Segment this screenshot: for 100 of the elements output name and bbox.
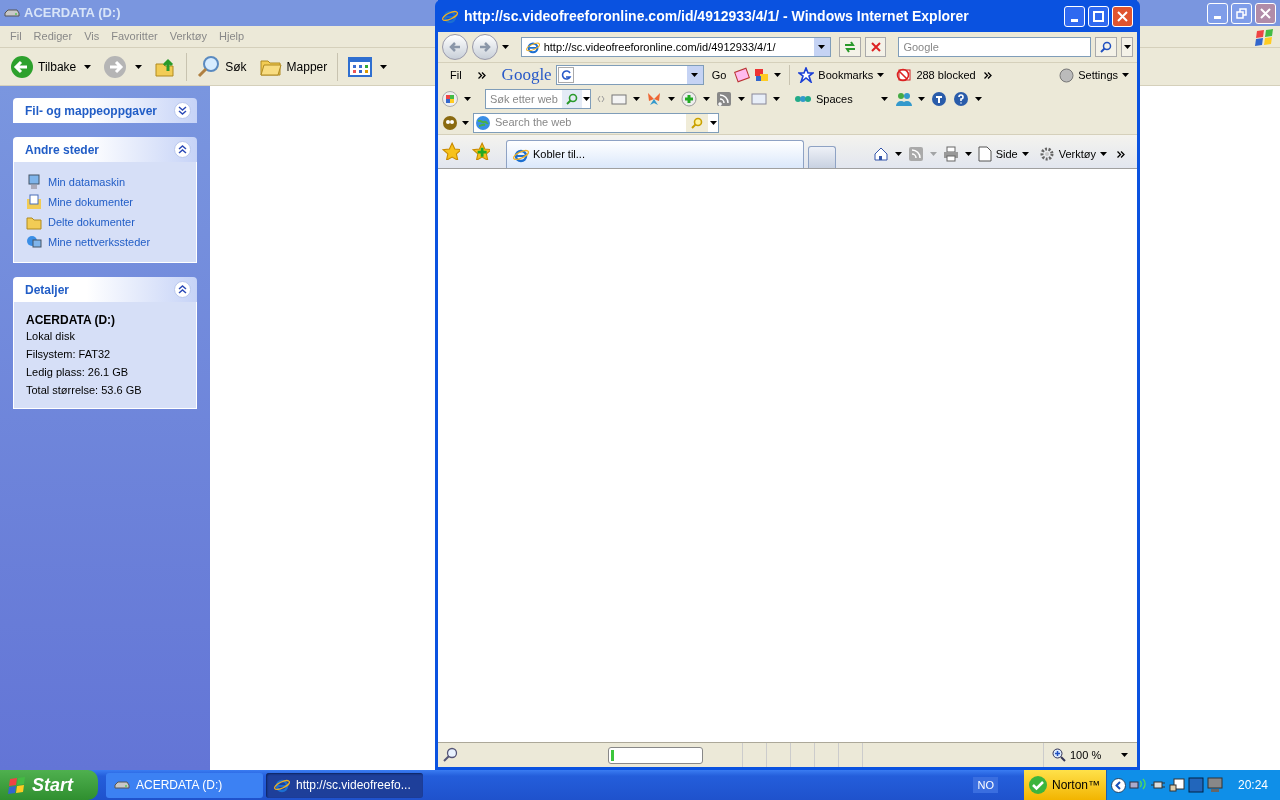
dropdown-caret-icon[interactable]	[738, 97, 745, 101]
dropdown-caret-icon[interactable]	[1122, 73, 1129, 77]
dropdown-caret-icon[interactable]	[709, 120, 717, 125]
dropdown-caret-icon[interactable]	[1100, 152, 1107, 156]
dropdown-caret-icon[interactable]	[668, 97, 675, 101]
tools-menu-button[interactable]: Verktøy	[1038, 145, 1107, 163]
expand-chevron-icon[interactable]	[174, 102, 191, 119]
text-input[interactable]: Search the web	[491, 114, 686, 131]
cartoon-face-icon[interactable]	[442, 114, 458, 131]
forward-arrow-icon	[477, 40, 492, 54]
dropdown-caret-icon[interactable]	[84, 64, 92, 69]
web-search-field[interactable]: Søk etter web	[485, 89, 591, 109]
dropdown-caret-icon[interactable]	[1121, 753, 1129, 757]
place-link[interactable]: Mine dokumenter	[26, 192, 184, 212]
dropdown-caret-icon[interactable]	[703, 97, 710, 101]
gear-icon	[1038, 146, 1055, 162]
taskbar-button[interactable]: ACERDATA (D:)	[106, 772, 263, 798]
bookmarks-button[interactable]: Bookmarks	[798, 66, 885, 84]
folders-button[interactable]: Mapper	[252, 50, 334, 83]
google-g-icon[interactable]	[557, 67, 574, 83]
panel-header[interactable]: Fil- og mappeoppgaver	[13, 98, 197, 123]
search-icon	[1100, 41, 1113, 53]
place-link[interactable]: Min datamaskin	[26, 172, 184, 192]
spaces-button[interactable]: Spaces	[794, 90, 853, 108]
close-button[interactable]	[1255, 2, 1276, 24]
dropdown-caret-icon[interactable]	[917, 97, 925, 101]
go-button[interactable]: Go	[707, 66, 731, 84]
add-icon[interactable]	[681, 91, 697, 107]
dropdown-caret-icon[interactable]	[1021, 152, 1029, 156]
google-search-field[interactable]	[555, 65, 704, 85]
restore-button[interactable]	[1231, 2, 1252, 24]
menu-item[interactable]: Fil	[442, 66, 470, 84]
chevron-icon[interactable]	[1117, 150, 1125, 158]
check-icon	[1027, 775, 1048, 795]
dropdown-caret-icon[interactable]	[464, 97, 471, 101]
dropdown-caret-icon[interactable]	[582, 97, 590, 101]
add-favorite-icon[interactable]	[472, 142, 490, 160]
documents-folder-icon	[26, 194, 42, 210]
browser-tab[interactable]: Kobler til...	[506, 140, 804, 168]
window-title: http://sc.videofreeforonline.com/id/4912933/4/1/ - Windows Internet Explorer	[464, 6, 969, 26]
text-input[interactable]: Søk etter web	[486, 90, 562, 108]
feed-icon[interactable]	[716, 91, 732, 107]
collapse-chevron-icon[interactable]	[174, 281, 191, 298]
panel-header[interactable]: Andre steder	[13, 137, 197, 162]
text-input[interactable]: http://sc.videofreeforonline.com/id/4912933/4/1/	[539, 38, 814, 56]
close-button[interactable]	[1112, 5, 1133, 27]
taskbar-button[interactable]: http://sc.videofreefo...	[266, 772, 423, 798]
dropdown-caret-icon[interactable]	[877, 73, 885, 77]
address-dropdown-button[interactable]	[813, 38, 830, 56]
details-text: Filsystem: FAT32	[26, 347, 112, 362]
dropdown-button[interactable]	[686, 66, 703, 84]
panel-header[interactable]: Detaljer	[13, 277, 197, 302]
search-button[interactable]: Søk	[191, 50, 253, 83]
back-button[interactable]	[442, 34, 468, 60]
dropdown-caret-icon[interactable]	[964, 152, 972, 156]
language-indicator[interactable]: NO	[973, 776, 998, 794]
dropdown-caret-icon[interactable]	[633, 97, 640, 101]
place-link[interactable]: Mine nettverkssteder	[26, 232, 184, 252]
chevron-icon[interactable]	[477, 71, 486, 79]
favorites-star-icon[interactable]	[442, 142, 460, 160]
search-button[interactable]	[1095, 37, 1118, 57]
chevron-icon[interactable]	[983, 71, 992, 79]
windows-flag-icon[interactable]	[442, 91, 458, 107]
dropdown-caret-icon[interactable]	[380, 64, 388, 69]
printer-icon[interactable]	[942, 146, 959, 162]
search-field[interactable]: Google	[899, 38, 1091, 56]
blocks-icon[interactable]	[754, 67, 771, 83]
dropdown-caret-icon[interactable]	[774, 73, 782, 77]
back-button[interactable]: Tilbake	[4, 50, 98, 83]
maximize-button[interactable]	[1088, 5, 1109, 27]
expand-tray-icon[interactable]	[1110, 777, 1126, 793]
butterfly-icon[interactable]	[646, 91, 662, 107]
collapse-chevron-icon[interactable]	[174, 141, 191, 158]
zoom-button[interactable]: 100 %	[1043, 743, 1133, 767]
stop-button[interactable]	[864, 37, 887, 57]
popup-blocked-button[interactable]: 288 blocked	[896, 66, 976, 84]
dropdown-caret-icon[interactable]	[773, 97, 780, 101]
refresh-arrows-icon	[842, 41, 857, 53]
minimize-button[interactable]	[1207, 2, 1228, 24]
details-text: Lokal disk	[26, 329, 76, 344]
place-link[interactable]: Delte dokumenter	[26, 212, 184, 232]
search-options-button[interactable]	[1121, 37, 1133, 57]
web-search-field[interactable]: Search the web	[473, 112, 719, 133]
norton-button[interactable]: Norton™	[1023, 770, 1106, 800]
dropdown-caret-icon[interactable]	[462, 120, 469, 125]
home-icon[interactable]	[872, 146, 889, 162]
zoom-icon	[1052, 748, 1066, 762]
settings-button[interactable]: Settings	[1059, 66, 1133, 84]
dropdown-caret-icon[interactable]	[880, 97, 888, 101]
refresh-button[interactable]	[838, 37, 861, 57]
dropdown-caret-icon[interactable]	[691, 73, 699, 77]
dropdown-caret-icon[interactable]	[135, 64, 143, 69]
page-menu-button[interactable]: Side	[977, 145, 1029, 163]
address-field[interactable]: http://sc.videofreeforonline.com/id/4912933/4/1/	[520, 37, 831, 57]
minimize-button[interactable]	[1064, 5, 1085, 27]
dropdown-caret-icon[interactable]	[974, 97, 982, 101]
dropdown-caret-icon[interactable]	[894, 152, 902, 156]
help-icon[interactable]	[952, 91, 969, 107]
people-icon[interactable]	[893, 91, 912, 107]
stop-x-icon	[870, 42, 881, 52]
